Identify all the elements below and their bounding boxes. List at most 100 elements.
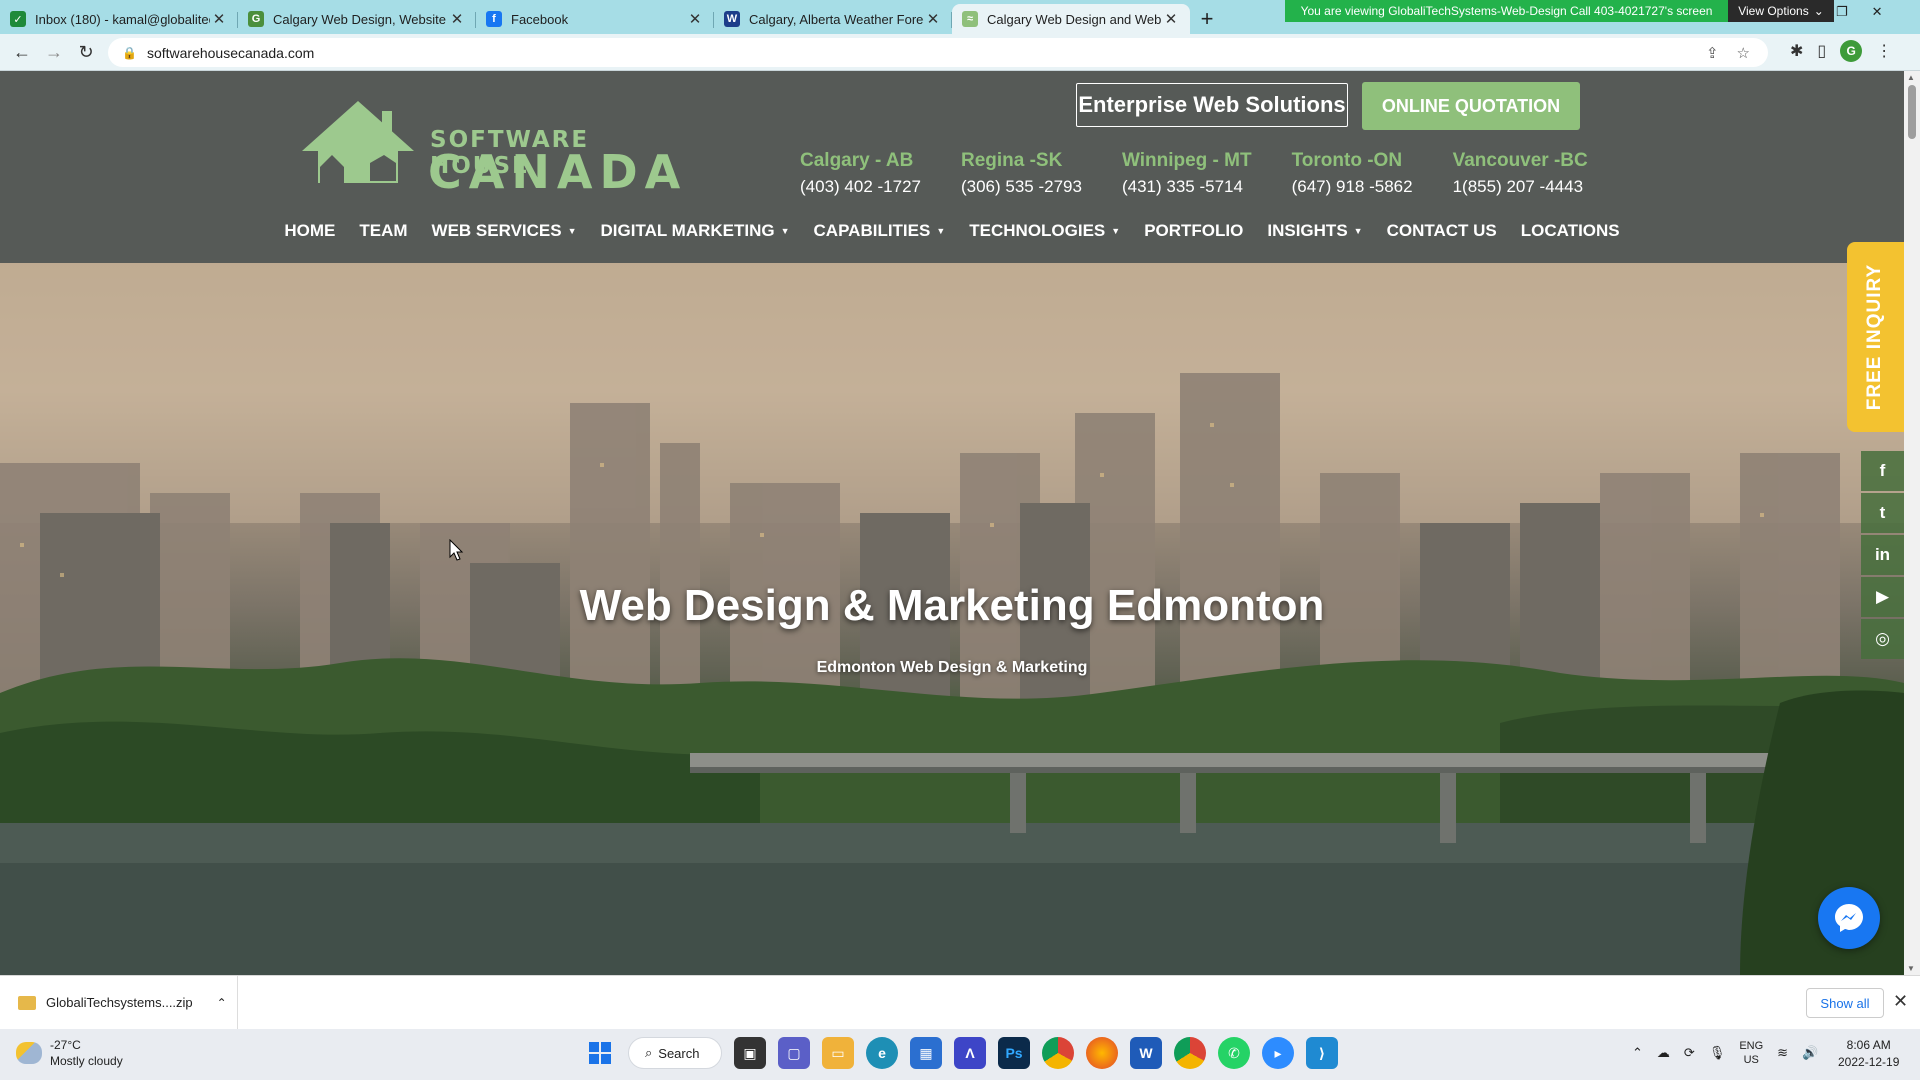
- tab-favicon-icon: f: [486, 11, 502, 27]
- chrome-profile-icon[interactable]: [1174, 1037, 1206, 1069]
- office-phone[interactable]: (647) 918 -5862: [1292, 173, 1413, 201]
- browser-tab[interactable]: ✓ Inbox (180) - kamal@globalitech ✕: [0, 4, 238, 34]
- bookmark-star-icon[interactable]: ☆: [1737, 44, 1750, 62]
- view-options-button[interactable]: View Options ⌄: [1728, 0, 1834, 22]
- windows-start-icon[interactable]: [584, 1037, 616, 1069]
- page-scrollbar[interactable]: ▲ ▼: [1904, 71, 1920, 975]
- nav-item-portfolio[interactable]: PORTFOLIO: [1132, 221, 1255, 241]
- photoshop-icon[interactable]: Ps: [998, 1037, 1030, 1069]
- vscode-icon[interactable]: ⟩: [1306, 1037, 1338, 1069]
- linkedin-icon[interactable]: in: [1861, 535, 1904, 575]
- address-bar[interactable]: 🔒 softwarehousecanada.com ⇪ ☆: [108, 38, 1768, 67]
- menu-kebab-icon[interactable]: ⋮: [1876, 41, 1892, 61]
- back-arrow-icon[interactable]: ←: [6, 36, 38, 68]
- side-panel-icon[interactable]: ▯: [1817, 41, 1826, 61]
- site-logo[interactable]: SOFTWARE HOUSE CANADA: [298, 93, 680, 195]
- close-tab-icon[interactable]: ✕: [1162, 10, 1180, 28]
- task-view-icon[interactable]: ▣: [734, 1037, 766, 1069]
- language-indicator[interactable]: ENG US: [1739, 1039, 1763, 1067]
- volume-icon[interactable]: 🔊: [1802, 1045, 1818, 1061]
- extensions-puzzle-icon[interactable]: ✱: [1790, 41, 1803, 61]
- scrollbar-thumb[interactable]: [1908, 85, 1916, 139]
- browser-tab[interactable]: G Calgary Web Design, Website De ✕: [238, 4, 476, 34]
- onedrive-icon[interactable]: ☁: [1657, 1045, 1670, 1061]
- url-text: softwarehousecanada.com: [146, 44, 315, 61]
- nav-item-team[interactable]: TEAM: [347, 221, 419, 241]
- share-icon[interactable]: ⇪: [1706, 44, 1719, 62]
- file-explorer-icon[interactable]: ▭: [822, 1037, 854, 1069]
- site-header: SOFTWARE HOUSE CANADA Enterprise Web Sol…: [0, 71, 1904, 263]
- microphone-icon[interactable]: 🎙: [1709, 1045, 1726, 1061]
- nav-item-web-services[interactable]: WEB SERVICES ▼: [420, 221, 589, 241]
- web-page: SOFTWARE HOUSE CANADA Enterprise Web Sol…: [0, 71, 1904, 975]
- office-city: Calgary - AB: [800, 150, 914, 171]
- hero-title: Web Design & Marketing Edmonton: [579, 581, 1325, 630]
- scroll-up-icon[interactable]: ▲: [1907, 73, 1915, 82]
- instagram-icon[interactable]: ◎: [1861, 619, 1904, 659]
- show-all-downloads-button[interactable]: Show all: [1806, 988, 1884, 1018]
- office-phone[interactable]: (403) 402 -1727: [800, 173, 921, 201]
- firefox-icon[interactable]: [1086, 1037, 1118, 1069]
- free-inquiry-tab[interactable]: FREE INQUIRY: [1847, 242, 1904, 432]
- restore-window-icon[interactable]: ❐: [1836, 4, 1848, 20]
- close-tab-icon[interactable]: ✕: [448, 10, 466, 28]
- office-phone[interactable]: (306) 535 -2793: [961, 173, 1082, 201]
- forward-arrow-icon[interactable]: →: [38, 36, 70, 68]
- nav-item-label: DIGITAL MARKETING: [600, 221, 775, 240]
- microsoft-store-icon[interactable]: ▦: [910, 1037, 942, 1069]
- nav-item-technologies[interactable]: TECHNOLOGIES ▼: [957, 221, 1132, 241]
- main-navigation: HOME TEAM WEB SERVICES ▼ DIGITAL MARKETING ▼ C…: [0, 221, 1904, 241]
- weather-widget[interactable]: -27°C Mostly cloudy: [16, 1037, 123, 1069]
- nav-item-digital-marketing[interactable]: DIGITAL MARKETING ▼: [589, 221, 802, 241]
- editor-app-icon[interactable]: Λ: [954, 1037, 986, 1069]
- wifi-icon[interactable]: ≋: [1777, 1045, 1788, 1061]
- browser-tab[interactable]: W Calgary, Alberta Weather Forecas✕: [714, 4, 952, 34]
- chevron-up-icon[interactable]: ⌃: [217, 996, 227, 1010]
- sync-icon[interactable]: ⟳: [1684, 1045, 1695, 1061]
- view-options-label: View Options: [1738, 4, 1809, 18]
- profile-avatar[interactable]: G: [1840, 40, 1863, 62]
- search-icon: ⌕: [645, 1045, 653, 1060]
- nav-item-locations[interactable]: LOCATIONS: [1509, 221, 1632, 241]
- extension-row: ✱ ▯ G ⋮: [1790, 40, 1892, 62]
- close-tab-icon[interactable]: ✕: [924, 10, 942, 28]
- nav-item-capabilities[interactable]: CAPABILITIES ▼: [802, 221, 958, 241]
- social-links: f t in ▶ ◎: [1861, 451, 1904, 659]
- nav-item-label: TECHNOLOGIES: [969, 221, 1106, 240]
- twitter-icon[interactable]: t: [1861, 493, 1904, 533]
- office-location: Vancouver -BC 1(855) 207 -4443: [1453, 149, 1588, 201]
- zoom-icon[interactable]: ▸: [1262, 1037, 1294, 1069]
- close-downloads-icon[interactable]: ✕: [1893, 991, 1908, 1012]
- taskbar-clock[interactable]: 8:06 AM 2022-12-19: [1838, 1037, 1899, 1071]
- teams-chat-icon[interactable]: ▢: [778, 1037, 810, 1069]
- browser-tab[interactable]: ≈ Calgary Web Design and Web De✕: [952, 4, 1190, 34]
- system-tray: ⌃ ☁ ⟳ 🎙 ENG US ≋ 🔊: [1632, 1039, 1818, 1067]
- reload-icon[interactable]: ↻: [70, 36, 102, 68]
- scroll-down-icon[interactable]: ▼: [1907, 964, 1915, 973]
- taskbar-search[interactable]: ⌕ Search: [628, 1037, 722, 1069]
- download-item[interactable]: GlobaliTechsystems....zip ⌃: [0, 975, 238, 1030]
- word-icon[interactable]: W: [1130, 1037, 1162, 1069]
- clock-time: 8:06 AM: [1846, 1038, 1891, 1052]
- chrome-icon[interactable]: [1042, 1037, 1074, 1069]
- tab-title: Calgary, Alberta Weather Forecas: [749, 11, 924, 27]
- close-tab-icon[interactable]: ✕: [210, 10, 228, 28]
- facebook-icon[interactable]: f: [1861, 451, 1904, 491]
- nav-item-home[interactable]: HOME: [272, 221, 347, 241]
- messenger-chat-button[interactable]: [1818, 887, 1880, 949]
- close-tab-icon[interactable]: ✕: [686, 10, 704, 28]
- office-phone[interactable]: (431) 335 -5714: [1122, 173, 1252, 201]
- whatsapp-icon[interactable]: ✆: [1218, 1037, 1250, 1069]
- close-window-icon[interactable]: ✕: [1872, 4, 1883, 20]
- office-city: Regina -SK: [960, 150, 1063, 171]
- youtube-icon[interactable]: ▶: [1861, 577, 1904, 617]
- new-tab-button[interactable]: +: [1190, 4, 1224, 34]
- nav-item-insights[interactable]: INSIGHTS ▼: [1255, 221, 1374, 241]
- nav-item-contact-us[interactable]: CONTACT US: [1375, 221, 1509, 241]
- tray-overflow-chevron-icon[interactable]: ⌃: [1632, 1045, 1643, 1061]
- browser-tab[interactable]: f Facebook ✕: [476, 4, 714, 34]
- online-quotation-button[interactable]: ONLINE QUOTATION: [1362, 82, 1580, 130]
- edge-browser-icon[interactable]: e: [866, 1037, 898, 1069]
- office-phone[interactable]: 1(855) 207 -4443: [1453, 173, 1588, 201]
- enterprise-web-solutions-button[interactable]: Enterprise Web Solutions: [1076, 83, 1348, 127]
